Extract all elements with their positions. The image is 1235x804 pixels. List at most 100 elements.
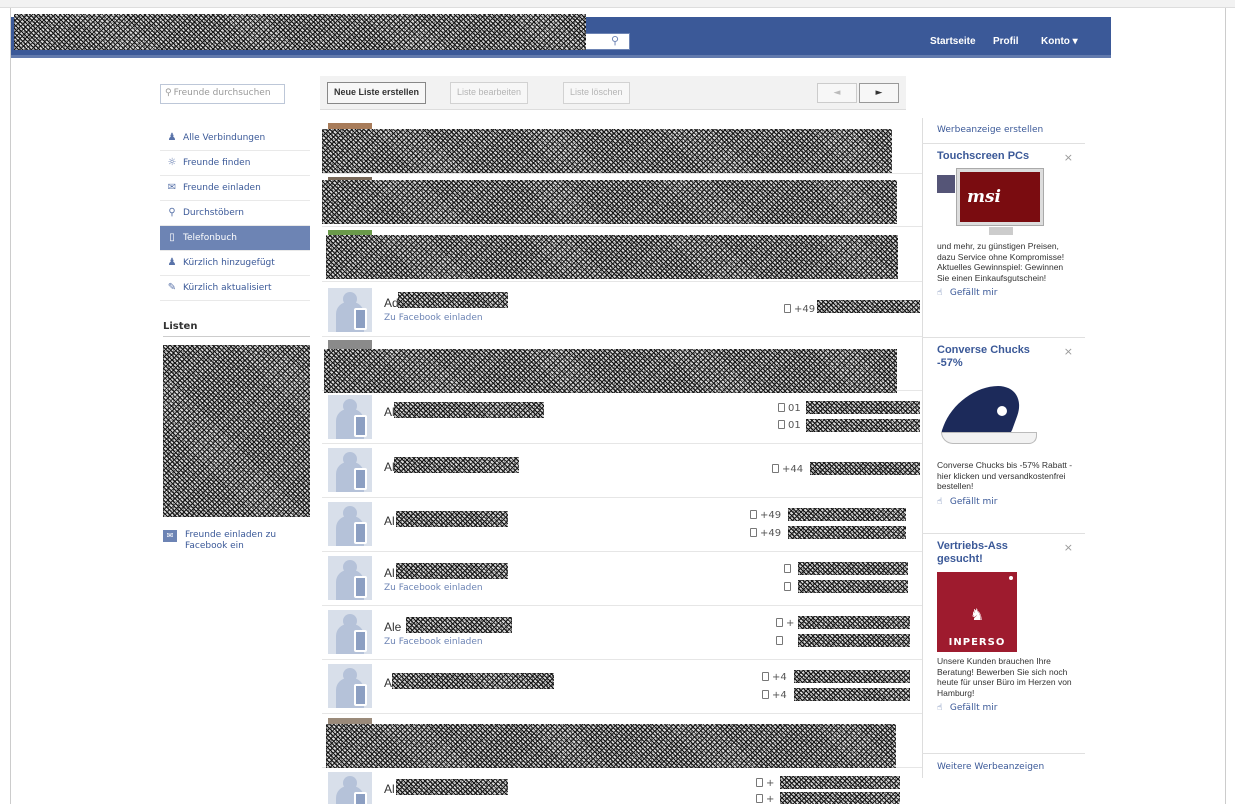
monitor-stand: [989, 227, 1013, 235]
sidebar-item-recently-added[interactable]: ♟ Kürzlich hinzugefügt: [160, 251, 310, 276]
contact-row[interactable]: Al +44: [322, 444, 922, 498]
contact-row[interactable]: Ad Zu Facebook einladen +49: [322, 282, 922, 337]
close-icon[interactable]: ×: [1064, 345, 1073, 358]
phone-icon: [778, 403, 785, 412]
contact-row[interactable]: Al + +: [322, 768, 922, 804]
magnifier-icon: ⚲: [168, 207, 176, 218]
contact-row-redacted[interactable]: [322, 174, 922, 227]
ad-touchscreen-pcs[interactable]: Touchscreen PCs × msi und mehr, zu günst…: [922, 143, 1085, 337]
logo-dot: [1009, 576, 1013, 580]
thumbs-up-icon: ☝: [937, 496, 943, 507]
phone-icon: [778, 420, 785, 429]
redacted-phone: [798, 616, 910, 629]
redacted-name: [396, 511, 508, 527]
search-icon[interactable]: ⚲: [608, 34, 622, 48]
invite-to-facebook-link[interactable]: Zu Facebook einladen: [384, 583, 483, 593]
phone-number: +: [756, 794, 774, 804]
sidebar-item-invite-friends[interactable]: ✉ Freunde einladen: [160, 176, 310, 201]
contact-row[interactable]: Al +49 +49: [322, 498, 922, 552]
contact-name[interactable]: Ad: [384, 296, 399, 310]
redacted-phone: [806, 401, 920, 414]
nav-konto-menu[interactable]: Konto ▾: [1041, 36, 1078, 47]
ad-image-inperso[interactable]: ♞ INPERSO: [937, 572, 1017, 652]
sidebar-item-label: Kürzlich aktualisiert: [183, 283, 272, 293]
contact-row-redacted[interactable]: [322, 227, 922, 282]
list-toolbar: Neue Liste erstellen Liste bearbeiten Li…: [320, 76, 906, 110]
sidebar-item-browse[interactable]: ⚲ Durchstöbern: [160, 201, 310, 226]
sidebar-item-label: Freunde einladen: [183, 183, 261, 193]
previous-page-button[interactable]: ◄: [817, 83, 857, 103]
redacted-contact: [322, 129, 892, 173]
invite-friends-link[interactable]: ✉ Freunde einladen zu Facebook ein: [163, 530, 313, 552]
delete-list-button[interactable]: Liste löschen: [563, 82, 630, 104]
ad-converse-chucks[interactable]: Converse Chucks -57% × Converse Chucks b…: [922, 337, 1085, 533]
phone-icon: [750, 510, 757, 519]
sidebar-item-find-friends[interactable]: ☼ Freunde finden: [160, 151, 310, 176]
redacted-lists: [163, 345, 310, 517]
sidebar-item-phonebook[interactable]: ▯ Telefonbuch: [160, 226, 310, 251]
phone-number: +49: [750, 528, 781, 539]
redacted-phone: [788, 508, 906, 521]
contact-row-redacted[interactable]: [322, 120, 922, 174]
ad-image-monitor[interactable]: msi: [937, 169, 1045, 237]
search-icon: ⚲: [165, 88, 172, 98]
contact-name[interactable]: Ale: [384, 620, 401, 634]
close-icon[interactable]: ×: [1064, 541, 1073, 554]
phone-number: +44: [772, 464, 803, 475]
contact-name[interactable]: Al: [384, 782, 395, 796]
edit-list-button[interactable]: Liste bearbeiten: [450, 82, 529, 104]
more-ads-link[interactable]: Weitere Werbeanzeigen: [937, 762, 1044, 772]
ad-text: Converse Chucks bis -57% Rabatt - hier k…: [937, 460, 1073, 491]
ad-title[interactable]: Touchscreen PCs: [937, 150, 1055, 163]
phone-icon: [750, 528, 757, 537]
phone-icon: [756, 778, 763, 787]
ad-title[interactable]: Vertriebs-Ass gesucht!: [937, 540, 1055, 566]
sidebar-nav: ♟ Alle Verbindungen ☼ Freunde finden ✉ F…: [160, 126, 310, 301]
lists-heading: Listen: [163, 321, 310, 337]
contact-row[interactable]: Ale Zu Facebook einladen +: [322, 606, 922, 660]
contact-row[interactable]: A +4 +4: [322, 660, 922, 714]
redacted-phone: [798, 562, 908, 575]
phone-number: 01: [778, 420, 801, 431]
create-ad-link[interactable]: Werbeanzeige erstellen: [937, 125, 1043, 135]
contact-row[interactable]: Al Zu Facebook einladen: [322, 552, 922, 606]
phone-number: +4: [762, 690, 787, 701]
contact-name[interactable]: A: [384, 676, 392, 690]
lion-icon: ♞: [969, 605, 985, 624]
redacted-name: [394, 457, 519, 473]
redacted-phone: [794, 670, 910, 683]
sidebar-item-label: Kürzlich hinzugefügt: [183, 258, 275, 268]
close-icon[interactable]: ×: [1064, 151, 1073, 164]
sidebar-item-recently-updated[interactable]: ✎ Kürzlich aktualisiert: [160, 276, 310, 301]
contact-row-redacted[interactable]: [322, 714, 922, 768]
redacted-name: [396, 563, 508, 579]
redacted-name: [398, 292, 508, 308]
like-button[interactable]: ☝ Gefällt mir: [937, 288, 1085, 298]
sidebar-item-label: Alle Verbindungen: [183, 133, 266, 143]
shoe-upper: [939, 386, 1029, 436]
ad-image-shoe[interactable]: [937, 376, 1045, 456]
sidebar-item-label: Telefonbuch: [183, 233, 237, 243]
contact-name[interactable]: Al: [384, 566, 395, 580]
ad-vertriebs-ass[interactable]: Vertriebs-Ass gesucht! × ♞ INPERSO Unser…: [922, 533, 1085, 753]
invite-to-facebook-link[interactable]: Zu Facebook einladen: [384, 637, 483, 647]
friends-search-input[interactable]: ⚲ Freunde durchsuchen: [160, 84, 285, 104]
new-list-button[interactable]: Neue Liste erstellen: [327, 82, 427, 104]
phone-icon: [784, 564, 791, 573]
avatar: [328, 556, 372, 600]
phone-icon: [776, 636, 783, 645]
page-border-right: [1225, 8, 1226, 804]
contact-name[interactable]: Al: [384, 514, 395, 528]
invite-to-facebook-link[interactable]: Zu Facebook einladen: [384, 313, 483, 323]
phone-icon: [776, 618, 783, 627]
phone-number: +: [756, 778, 774, 789]
ad-title[interactable]: Converse Chucks -57%: [937, 344, 1055, 370]
sidebar-item-all-connections[interactable]: ♟ Alle Verbindungen: [160, 126, 310, 151]
contact-row[interactable]: Al 01 01: [322, 391, 922, 444]
contact-row-redacted[interactable]: [322, 337, 922, 393]
next-page-button[interactable]: ►: [859, 83, 899, 103]
like-button[interactable]: ☝ Gefällt mir: [937, 497, 1085, 507]
like-button[interactable]: ☝ Gefällt mir: [937, 703, 1085, 713]
nav-profil-link[interactable]: Profil: [993, 36, 1019, 47]
nav-startseite-link[interactable]: Startseite: [930, 36, 976, 47]
